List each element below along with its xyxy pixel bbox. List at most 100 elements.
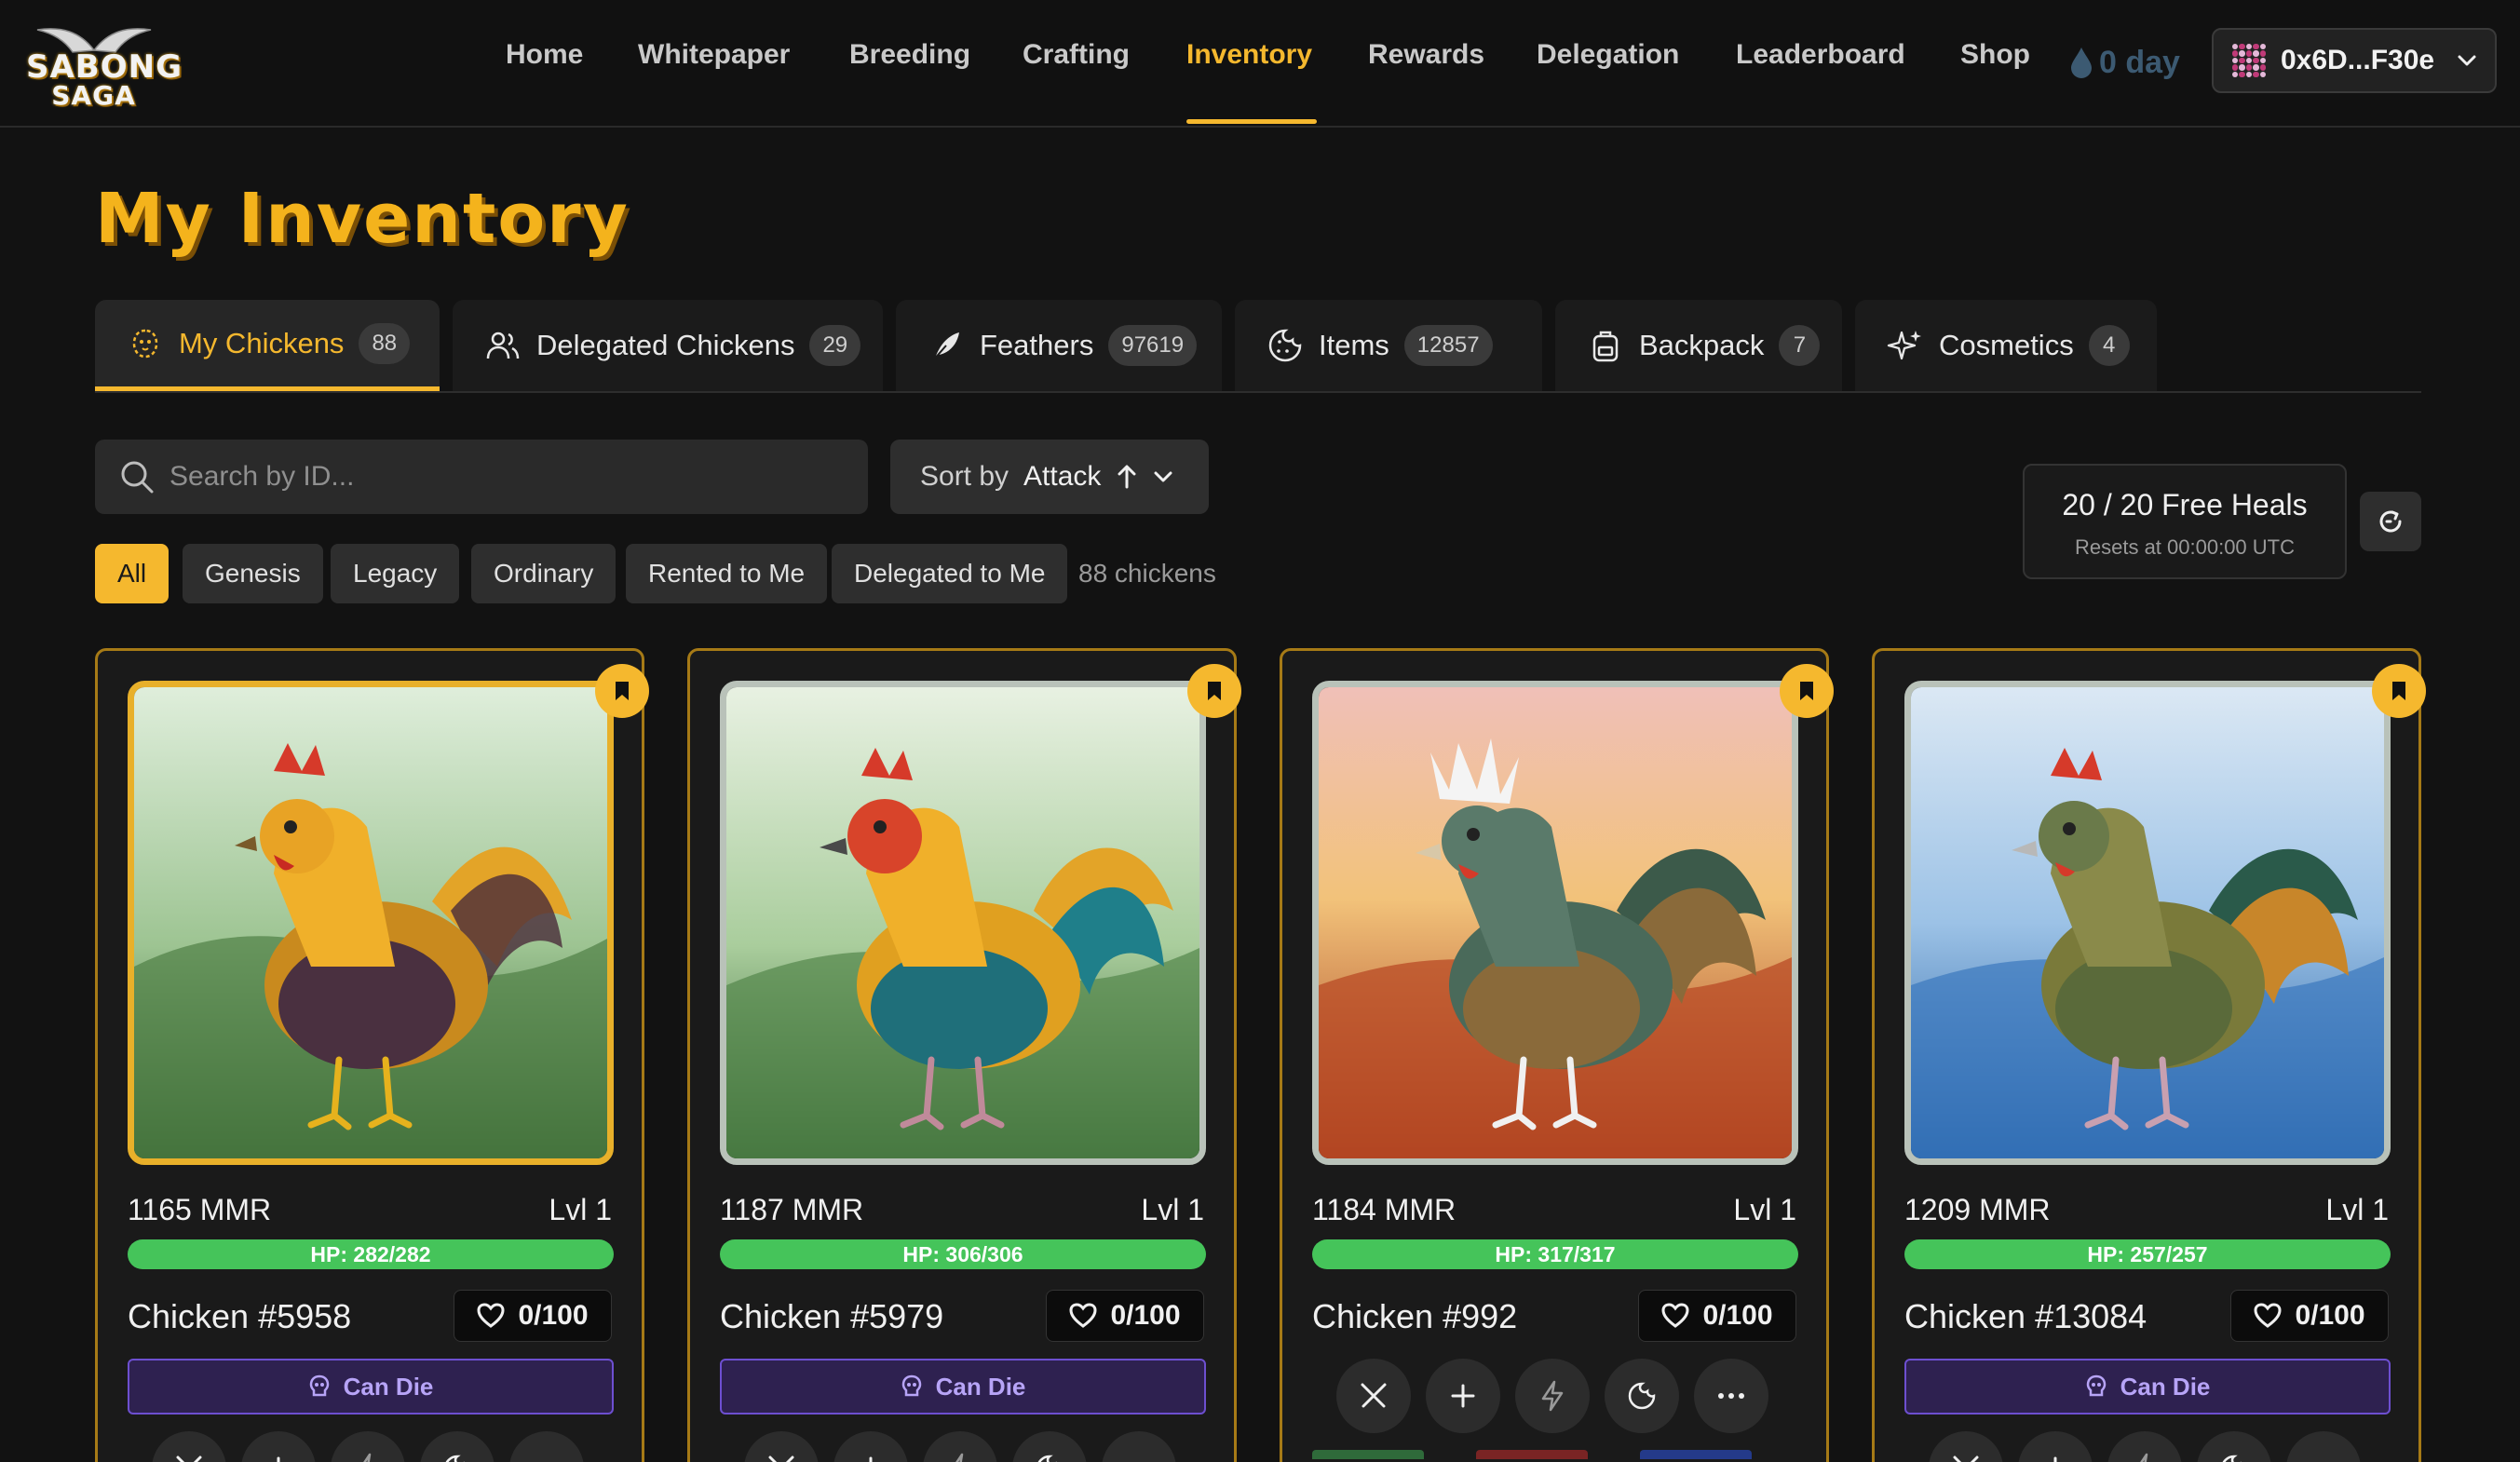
can-die-badge: Can Die (128, 1359, 614, 1415)
boost-button[interactable] (1515, 1359, 1590, 1433)
heart-icon (1661, 1303, 1689, 1328)
more-icon (1718, 1393, 1744, 1399)
tab-my-chickens[interactable]: My Chickens 88 (95, 300, 440, 391)
chicken-mmr: 1187 MMR (720, 1193, 864, 1226)
filter-genesis[interactable]: Genesis (183, 544, 323, 603)
more-button[interactable] (2286, 1431, 2361, 1462)
filter-legacy[interactable]: Legacy (331, 544, 460, 603)
chicken-count: 88 chickens (1078, 559, 1216, 588)
nav-shop[interactable]: Shop (1960, 39, 2030, 71)
users-icon (486, 332, 520, 359)
tab-items[interactable]: Items 12857 (1235, 300, 1542, 391)
nav-leaderboard[interactable]: Leaderboard (1736, 39, 1905, 71)
refresh-button[interactable] (2360, 492, 2421, 551)
chicken-image[interactable] (1904, 681, 2391, 1165)
bookmark-button[interactable] (2372, 664, 2426, 718)
chicken-card[interactable]: 1184 MMR Lvl 1 HP: 317/317 Chicken #992 … (1280, 648, 1834, 1462)
tab-label: Items (1319, 329, 1389, 361)
heart-icon (477, 1303, 505, 1328)
tab-label: Feathers (980, 329, 1094, 361)
more-button[interactable] (1102, 1431, 1176, 1462)
streak-indicator[interactable]: 0 day (2069, 41, 2180, 84)
nav-inventory[interactable]: Inventory (1186, 39, 1312, 71)
boost-button[interactable] (331, 1431, 405, 1462)
add-button[interactable] (241, 1431, 316, 1462)
nav-breeding[interactable]: Breeding (849, 39, 970, 71)
tab-delegated-chickens[interactable]: Delegated Chickens 29 (453, 300, 883, 391)
more-button[interactable] (509, 1431, 584, 1462)
free-heals-reset: Resets at 00:00:00 UTC (2074, 535, 2295, 559)
feather-icon (932, 332, 959, 361)
chicken-image[interactable] (720, 681, 1206, 1165)
chicken-mmr: 1165 MMR (128, 1193, 272, 1226)
wallet-address: 0x6D...F30e (2281, 45, 2435, 75)
tab-feathers[interactable]: Feathers 97619 (896, 300, 1222, 391)
add-button[interactable] (2018, 1431, 2093, 1462)
feed-button[interactable] (420, 1431, 495, 1462)
sort-label: Sort by (920, 461, 1009, 492)
chicken-image[interactable] (1312, 681, 1798, 1165)
add-button[interactable] (833, 1431, 908, 1462)
hp-bar: HP: 282/282 (128, 1239, 614, 1269)
cookie-icon (1037, 1455, 1057, 1462)
chicken-card[interactable]: 1165 MMR Lvl 1 HP: 282/282 Chicken #5958… (95, 648, 649, 1462)
chicken-image[interactable] (128, 681, 614, 1165)
swords-icon (1953, 1455, 1979, 1462)
logo-line-2: SAGA (51, 80, 136, 111)
nav-home[interactable]: Home (506, 39, 583, 71)
tab-count: 88 (359, 322, 411, 364)
plus-icon (277, 1456, 280, 1462)
feed-button[interactable] (2197, 1431, 2271, 1462)
battle-button[interactable] (744, 1431, 819, 1462)
feed-button[interactable] (1012, 1431, 1087, 1462)
boost-button[interactable] (923, 1431, 997, 1462)
nav-active-indicator (1186, 119, 1317, 124)
tab-count: 29 (809, 325, 861, 366)
affection-value: 0/100 (1702, 1300, 1773, 1331)
filter-delegated-to-me[interactable]: Delegated to Me (832, 544, 1068, 603)
bookmark-icon (1800, 682, 1813, 700)
free-heals-panel: 20 / 20 Free Heals Resets at 00:00:00 UT… (2023, 464, 2347, 579)
search-input[interactable] (169, 461, 821, 493)
chicken-card[interactable]: 1187 MMR Lvl 1 HP: 306/306 Chicken #5979… (687, 648, 1241, 1462)
affection-counter: 0/100 (1638, 1290, 1796, 1342)
wallet-button[interactable]: 0x6D...F30e (2212, 28, 2497, 93)
battle-button[interactable] (1336, 1359, 1411, 1433)
bookmark-button[interactable] (1187, 664, 1241, 718)
bookmark-button[interactable] (595, 664, 649, 718)
tab-backpack[interactable]: Backpack 7 (1555, 300, 1842, 391)
tab-cosmetics[interactable]: Cosmetics 4 (1855, 300, 2157, 391)
battle-button[interactable] (152, 1431, 226, 1462)
feed-button[interactable] (1605, 1359, 1679, 1433)
filter-all[interactable]: All (95, 544, 169, 603)
arrow-up-icon[interactable] (1116, 463, 1138, 491)
tab-count: 12857 (1403, 325, 1493, 366)
affection-counter: 0/100 (1046, 1290, 1204, 1342)
sabong-saga-logo[interactable]: SABONG SAGA (26, 20, 182, 111)
bookmark-icon (616, 682, 629, 700)
filter-rented-to-me[interactable]: Rented to Me (626, 544, 828, 603)
battle-button[interactable] (1929, 1431, 2003, 1462)
chicken-card[interactable]: 1209 MMR Lvl 1 HP: 257/257 Chicken #1308… (1872, 648, 2426, 1462)
bookmark-icon (1208, 682, 1221, 700)
card-actions (1336, 1359, 1768, 1433)
chicken-level: Lvl 1 (549, 1193, 612, 1226)
heart-icon (2254, 1303, 2282, 1328)
sort-dropdown[interactable]: Sort by Attack (890, 440, 1209, 514)
bookmark-button[interactable] (1780, 664, 1834, 718)
nav-delegation[interactable]: Delegation (1537, 39, 1679, 71)
top-nav: SABONG SAGA Home Whitepaper Breeding Cra… (0, 0, 2520, 128)
chicken-name: Chicken #992 (1312, 1297, 1518, 1335)
hp-bar: HP: 317/317 (1312, 1239, 1798, 1269)
affection-counter: 0/100 (454, 1290, 612, 1342)
nav-crafting[interactable]: Crafting (1023, 39, 1130, 71)
nav-whitepaper[interactable]: Whitepaper (638, 39, 790, 71)
more-button[interactable] (1694, 1359, 1768, 1433)
nav-rewards[interactable]: Rewards (1368, 39, 1484, 71)
boost-button[interactable] (2107, 1431, 2182, 1462)
refresh-icon (2379, 510, 2402, 533)
tab-label: My Chickens (179, 326, 345, 359)
filter-ordinary[interactable]: Ordinary (471, 544, 616, 603)
tab-count: 4 (2088, 325, 2130, 366)
add-button[interactable] (1426, 1359, 1500, 1433)
